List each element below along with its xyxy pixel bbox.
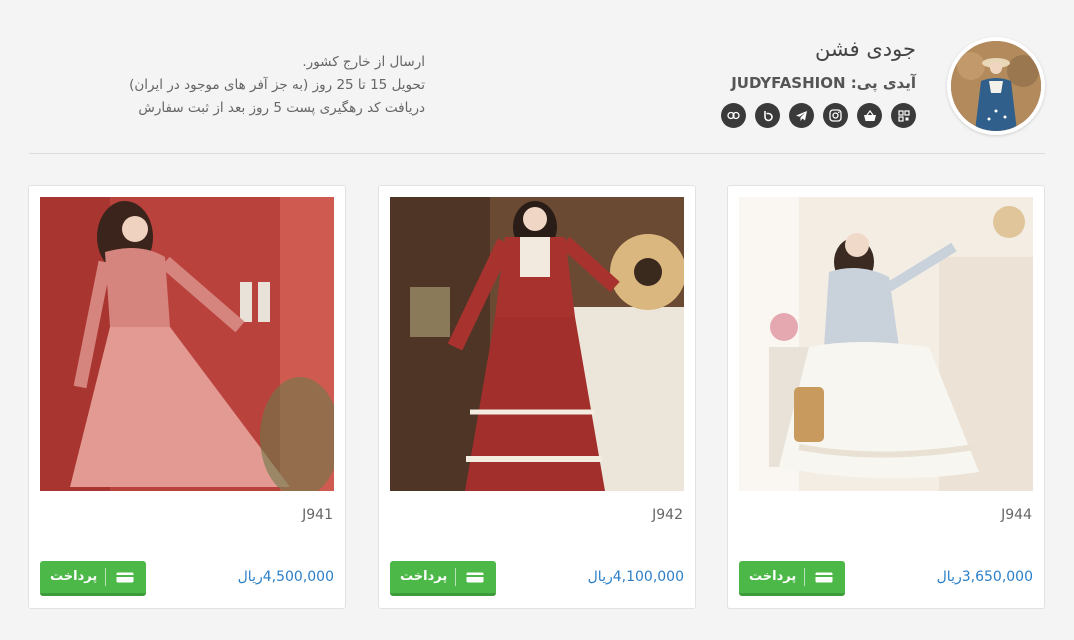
shop-avatar[interactable] [947,37,1045,135]
price-value: 4,500,000 [262,569,334,585]
product-card[interactable]: J941 4,500,000ریال پرداخت [28,185,346,609]
shop-name: جودی فشن [814,37,916,61]
product-image[interactable] [739,197,1033,491]
price-currency: ریال [936,569,962,585]
product-code: J944 [1001,507,1032,523]
price-currency: ریال [237,569,263,585]
price-currency: ریال [587,569,613,585]
product-image[interactable] [390,197,684,491]
product-price: 3,650,000ریال [937,569,1033,585]
telegram-icon[interactable] [789,103,814,128]
header-divider [29,153,1045,154]
link-icon[interactable] [721,103,746,128]
product-card[interactable]: J942 4,100,000ریال پرداخت [378,185,696,609]
pay-button-label: پرداخت [400,569,448,584]
button-separator [804,568,805,586]
credit-card-icon [116,572,134,583]
shop-header: جودی فشن آیدی پی: JUDYFASHION ارسال از خ… [0,0,1074,154]
pay-button-label: پرداخت [50,569,98,584]
avatar-photo [951,41,1041,131]
button-separator [105,568,106,586]
product-card[interactable]: J944 3,650,000ریال پرداخت [727,185,1045,609]
note-line: تحویل 15 تا 25 روز (به جز آفر های موجود … [129,77,425,93]
pay-button[interactable]: پرداخت [40,561,146,596]
product-code: J941 [302,507,333,523]
product-code: J942 [652,507,683,523]
pay-button-label: پرداخت [749,569,797,584]
shipping-notes: ارسال از خارج کشور. تحویل 15 تا 25 روز (… [129,51,425,120]
product-price: 4,500,000ریال [238,569,334,585]
social-links [721,103,916,128]
credit-card-icon [815,572,833,583]
product-price: 4,100,000ریال [588,569,684,585]
button-separator [455,568,456,586]
pay-button[interactable]: پرداخت [739,561,845,596]
bale-icon[interactable] [755,103,780,128]
credit-card-icon [466,572,484,583]
price-value: 3,650,000 [961,569,1033,585]
instagram-icon[interactable] [823,103,848,128]
qr-code-icon[interactable] [891,103,916,128]
note-line: دریافت کد رهگیری پست 5 روز بعد از ثبت سف… [138,100,425,116]
price-value: 4,100,000 [612,569,684,585]
basket-icon[interactable] [857,103,882,128]
note-line: ارسال از خارج کشور. [302,54,425,70]
shop-id: آیدی پی: JUDYFASHION [731,74,916,92]
pay-button[interactable]: پرداخت [390,561,496,596]
product-image[interactable] [40,197,334,491]
